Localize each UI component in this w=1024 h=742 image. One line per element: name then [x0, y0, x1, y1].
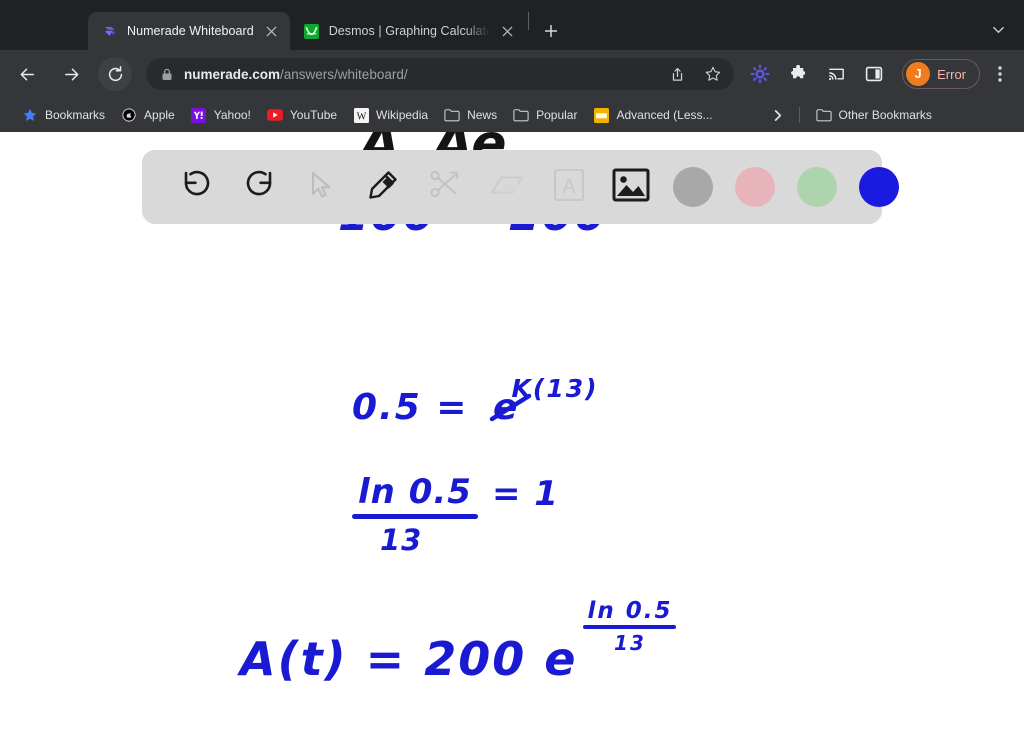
browser-toolbar: numerade.com/answers/whiteboard/ J Error [0, 50, 1024, 98]
reload-icon[interactable] [98, 57, 132, 91]
avatar: J [906, 62, 931, 86]
folder-icon [513, 107, 529, 123]
bookmarks-bar: Bookmarks Apple Yahoo! YouTube W Wikiped… [0, 98, 1024, 132]
ink-final-exp-numerator: ln 0.5 [587, 598, 673, 624]
pink-swatch[interactable] [735, 167, 775, 207]
fraction-bar-icon [352, 514, 478, 519]
url-domain: numerade.com [184, 66, 281, 82]
bookmark-item-youtube[interactable]: YouTube [259, 103, 345, 127]
ink-final-lhs: A(t) = 200 e [240, 632, 578, 686]
gray-swatch[interactable] [673, 167, 713, 207]
bookmark-label: News [467, 108, 498, 122]
yahoo-logo-icon [191, 107, 207, 123]
bookmark-label: YouTube [289, 108, 338, 122]
bookmark-item-advanced[interactable]: Advanced (Less... [585, 103, 720, 127]
pencil-tool[interactable] [352, 160, 414, 214]
youtube-logo-icon [266, 107, 283, 123]
yellow-folder-icon [593, 107, 609, 123]
image-tool[interactable] [600, 160, 662, 214]
ink-frac-equals: = 1 [491, 474, 559, 514]
address-bar[interactable]: numerade.com/answers/whiteboard/ [146, 58, 735, 90]
svg-text:A: A [562, 176, 576, 198]
text-tool[interactable]: A [538, 160, 600, 214]
bookmark-item-other-bookmarks[interactable]: Other Bookmarks [808, 103, 940, 127]
blue-star-icon [22, 107, 38, 123]
bookmark-label: Other Bookmarks [838, 108, 932, 122]
ink-equation-final: A(t) = 200 e ln 0.5 13 [240, 598, 677, 686]
wikipedia-logo-icon: W [353, 107, 369, 123]
bookmark-item-apple[interactable]: Apple [113, 103, 183, 127]
numerade-logo-icon [102, 23, 118, 39]
ink-equation-exponential: 0.5 = e K(13) [352, 374, 597, 428]
undo-tool[interactable] [166, 160, 228, 214]
tab-desmos-graphing-calculator[interactable]: Desmos | Graphing Calculato [290, 12, 526, 50]
tab-search-button[interactable] [984, 16, 1012, 42]
folder-icon [444, 107, 460, 123]
url-path: /answers/whiteboard/ [280, 66, 408, 82]
redo-icon [240, 166, 278, 209]
ink-frac-numerator: ln 0.5 [358, 472, 472, 512]
bookmarks-divider [798, 107, 800, 123]
green-swatch[interactable] [797, 167, 837, 207]
forward-arrow-icon[interactable] [54, 57, 88, 91]
status-badge: Error [937, 66, 966, 82]
profile-status-pill[interactable]: J Error [902, 59, 980, 89]
whiteboard-toolbar: A [142, 150, 899, 224]
puzzle-extensions-icon[interactable] [783, 59, 813, 89]
tab-title: Numerade Whiteboard [127, 24, 254, 38]
tab-strip: Numerade Whiteboard Desmos | Graphing Ca… [0, 0, 1024, 50]
browser-window: Numerade Whiteboard Desmos | Graphing Ca… [0, 0, 1024, 742]
eraser-tool[interactable] [476, 160, 538, 214]
image-icon [612, 168, 650, 207]
close-icon[interactable] [499, 22, 517, 40]
chevron-right-icon[interactable] [765, 102, 791, 128]
side-panel-icon[interactable] [859, 59, 889, 89]
shapes-tool[interactable] [414, 160, 476, 214]
ink-frac-denominator: 13 [380, 523, 423, 557]
tab-numerade-whiteboard[interactable]: Numerade Whiteboard [88, 12, 290, 50]
lock-icon [161, 68, 174, 81]
back-arrow-icon[interactable] [10, 57, 44, 91]
ink-exp-left: 0.5 = [352, 387, 469, 428]
bookmark-item-yahoo[interactable]: Yahoo! [183, 103, 259, 127]
scissors-icon [428, 168, 462, 207]
close-icon[interactable] [263, 22, 281, 40]
new-tab-button[interactable] [537, 17, 565, 45]
eraser-icon [489, 172, 525, 203]
bookmark-item-popular[interactable]: Popular [505, 103, 585, 127]
cast-icon[interactable] [821, 59, 851, 89]
cursor-arrow-icon [305, 169, 337, 206]
ink-final-exp-denominator: 13 [614, 631, 646, 655]
bookmark-label: Popular [536, 108, 578, 122]
bookmark-label: Advanced (Less... [616, 108, 713, 122]
desmos-logo-icon [304, 23, 320, 39]
select-tool[interactable] [290, 160, 352, 214]
tab-title: Desmos | Graphing Calculato [328, 24, 490, 38]
share-icon[interactable] [664, 61, 690, 87]
url-text: numerade.com/answers/whiteboard/ [184, 67, 654, 82]
bookmark-label: Wikipedia [376, 108, 429, 122]
bookmark-item-news[interactable]: News [436, 103, 505, 127]
bookmark-item-wikipedia[interactable]: W Wikipedia [345, 103, 436, 127]
fraction-bar-icon [583, 625, 677, 629]
svg-text:W: W [356, 111, 366, 122]
bookmark-label: Apple [144, 108, 175, 122]
extension-gear-icon[interactable] [745, 59, 775, 89]
apple-logo-icon [121, 107, 137, 123]
pencil-icon [366, 168, 400, 207]
whiteboard-page: A. Ae 100 = 200 0.5 = e K(13) ln 0.5 [0, 132, 1024, 742]
bookmark-label: Bookmarks [45, 108, 106, 122]
redo-tool[interactable] [228, 160, 290, 214]
text-a-icon: A [553, 168, 585, 207]
tab-divider [527, 11, 529, 30]
three-dot-menu-icon[interactable] [986, 59, 1014, 89]
ink-equation-fraction: ln 0.5 13 = 1 [352, 472, 559, 557]
undo-icon [178, 166, 216, 209]
blue-swatch[interactable] [859, 167, 899, 207]
bookmark-item-bookmarks[interactable]: Bookmarks [14, 103, 113, 127]
folder-icon [815, 107, 832, 123]
bookmark-label: Yahoo! [213, 108, 251, 122]
star-outline-icon[interactable] [700, 61, 726, 87]
